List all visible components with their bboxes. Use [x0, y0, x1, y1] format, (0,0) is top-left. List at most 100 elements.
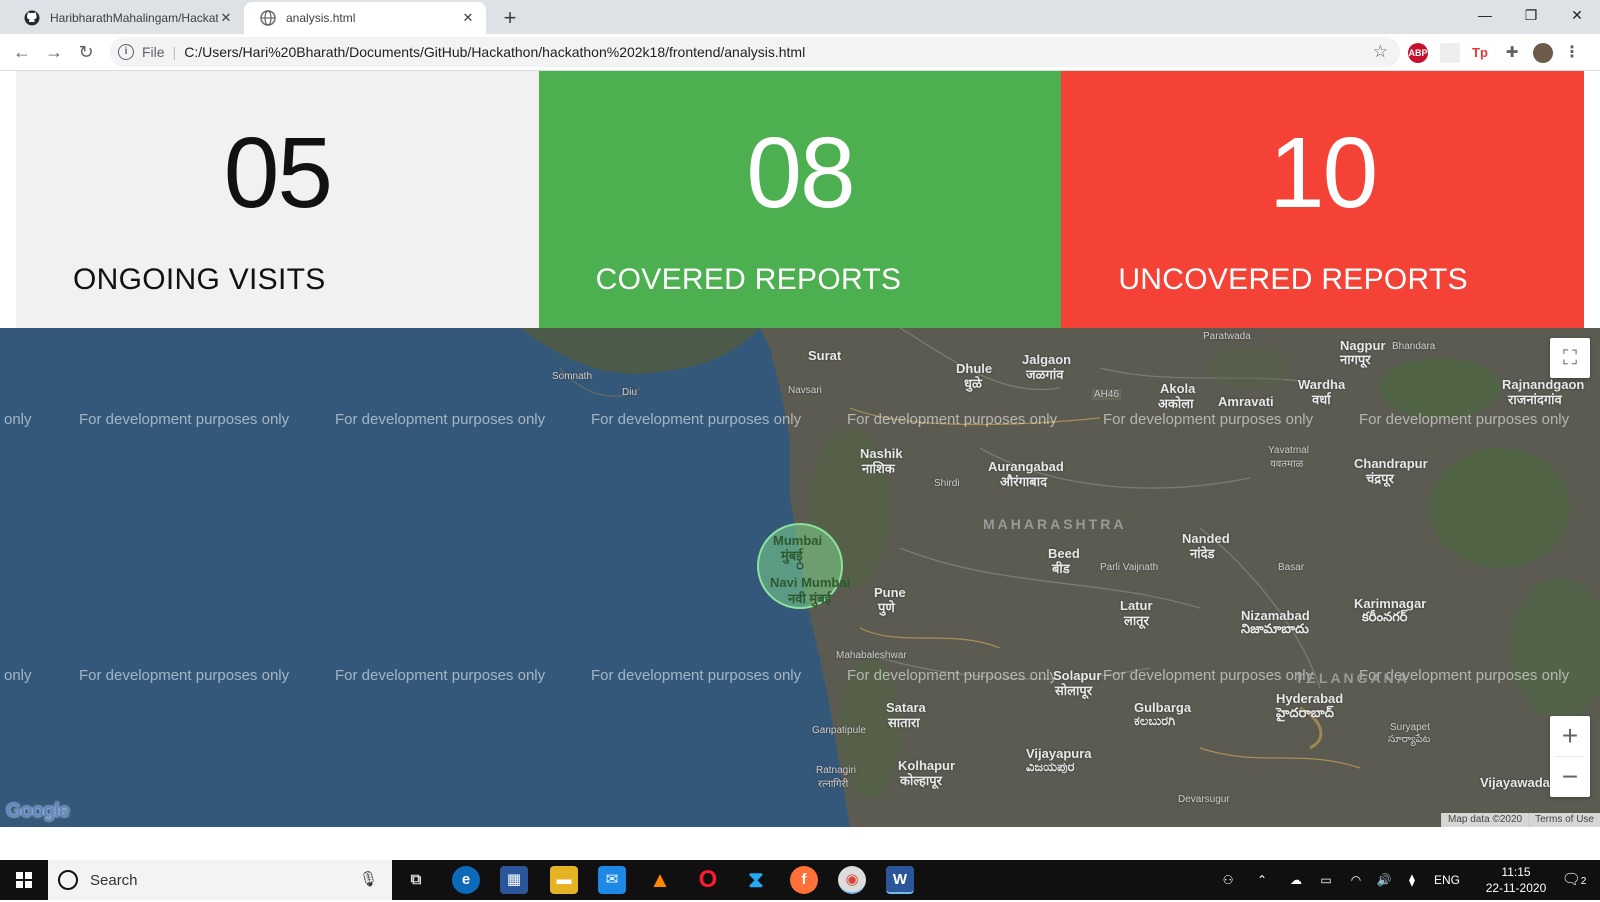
volume-icon[interactable]: 🔊	[1372, 860, 1396, 900]
uncovered-reports-label: UNCOVERED REPORTS	[1118, 263, 1468, 296]
place-label: Shirdi	[934, 478, 960, 489]
action-center-icon[interactable]: 🗨2	[1556, 860, 1592, 900]
dev-watermark: For development purposes only	[591, 411, 802, 428]
battery-icon[interactable]: ▭	[1314, 860, 1338, 900]
dev-watermark: For development purposes only	[1103, 411, 1314, 428]
tp-extension-icon[interactable]: Tp	[1470, 43, 1490, 63]
adblock-extension-icon[interactable]: ABP	[1408, 43, 1428, 63]
show-hidden-icons[interactable]: ⌃	[1250, 860, 1274, 900]
vlc-icon[interactable]: ▲	[646, 866, 674, 894]
dev-watermark: For development purposes only	[591, 667, 802, 684]
opera-icon[interactable]: O	[694, 866, 722, 894]
reload-button[interactable]: ↻	[72, 38, 100, 66]
cortana-icon	[58, 870, 78, 890]
dev-watermark: For development purposes only	[847, 411, 1058, 428]
city-label-local: यवतमाळ	[1270, 459, 1304, 470]
wifi-icon[interactable]: ◠	[1344, 860, 1368, 900]
state-label: MAHARASHTRA	[983, 516, 1127, 532]
covered-reports-count: 08	[746, 117, 855, 229]
search-placeholder: Search	[90, 871, 138, 889]
tab-github[interactable]: HaribharathMahalingam/Hackath ✕	[8, 2, 244, 34]
close-tab-icon[interactable]: ✕	[460, 10, 476, 26]
city-label-local: जळगांव	[1026, 367, 1064, 382]
place-label: Ganpatipule	[812, 725, 866, 736]
tab-title: HaribharathMahalingam/Hackath	[50, 11, 218, 25]
store-icon[interactable]: ▦	[500, 866, 528, 894]
windows-start-icon[interactable]	[0, 860, 48, 900]
dev-watermark: For development purposes only	[1359, 411, 1570, 428]
clock-time: 11:15	[1501, 865, 1531, 879]
state-label: TELANGANA	[1295, 670, 1410, 686]
menu-kebab-icon[interactable]: ⋮	[1562, 43, 1582, 63]
mail-icon[interactable]: ✉	[598, 866, 626, 894]
chrome-icon[interactable]: ◉	[838, 866, 866, 894]
city-label: Suryapet	[1390, 722, 1431, 733]
place-label: Basar	[1278, 562, 1305, 573]
city-label-local: కరీంనగర్	[1362, 609, 1408, 624]
city-label: Hyderabad	[1276, 691, 1344, 706]
dev-watermark: For development purposes only	[335, 411, 546, 428]
city-label-local: ಕಲಬುರಗಿ	[1134, 713, 1176, 728]
place-label: Navsari	[788, 385, 822, 396]
city-label-local: अकोला	[1158, 396, 1194, 411]
info-icon[interactable]: i	[118, 44, 134, 60]
github-icon	[24, 10, 40, 26]
covered-reports-label: COVERED REPORTS	[595, 263, 902, 296]
new-tab-button[interactable]: +	[496, 5, 524, 33]
place-label: Mahabaleshwar	[836, 650, 907, 661]
forward-button[interactable]: →	[40, 38, 68, 66]
windows-taskbar: Search 🎙 ⧉ e ▦ ▬ ✉ ▲ O ⧗ f ◉ W ⚇ ⌃ ☁ ▭ ◠…	[0, 860, 1600, 900]
zoom-out-button[interactable]: −	[1550, 757, 1590, 797]
task-view-icon[interactable]: ⧉	[402, 866, 430, 894]
city-label-local: नाशिक	[862, 461, 895, 476]
vscode-icon[interactable]: ⧗	[742, 866, 770, 894]
back-button[interactable]: ←	[8, 38, 36, 66]
tab-analysis[interactable]: analysis.html ✕	[244, 2, 486, 34]
edge-icon[interactable]: e	[452, 866, 480, 894]
city-label-local: बीड	[1052, 561, 1070, 576]
profile-avatar[interactable]	[1533, 43, 1553, 63]
fullscreen-button[interactable]: ⛶	[1550, 338, 1590, 378]
city-label-local: ವಿಜಯಪುರ	[1026, 759, 1075, 774]
city-label-local: नांदेड	[1190, 546, 1215, 561]
taskbar-search[interactable]: Search 🎙	[48, 860, 392, 900]
place-label: Paratwada	[1203, 331, 1251, 342]
taskbar-clock[interactable]: 11:15 22-11-2020	[1476, 864, 1556, 896]
language-indicator[interactable]: ENG	[1432, 860, 1462, 900]
city-label-local: रत्नागिरी	[818, 779, 849, 790]
place-label: Somnath	[552, 371, 593, 382]
city-label-local: कोल्हापूर	[900, 773, 942, 788]
dev-watermark: For development purposes only	[1103, 667, 1314, 684]
dev-watermark: For development purposes only	[79, 667, 290, 684]
city-label-local: सातारा	[888, 715, 920, 730]
puzzle-icon[interactable]: ✚	[1502, 43, 1522, 63]
firefox-icon[interactable]: f	[790, 866, 818, 894]
microphone-icon[interactable]: 🎙	[359, 870, 378, 888]
city-label: Ratnagiri	[816, 765, 857, 776]
close-window-button[interactable]: ✕	[1554, 0, 1600, 30]
terms-of-use-link[interactable]: Terms of Use	[1528, 813, 1600, 827]
people-icon[interactable]: ⚇	[1216, 860, 1240, 900]
globe-icon	[260, 10, 276, 26]
close-tab-icon[interactable]: ✕	[218, 10, 234, 26]
minimize-button[interactable]: —	[1462, 0, 1508, 30]
restore-button[interactable]: ❐	[1508, 0, 1554, 30]
city-label-local: సూర్యాపేట	[1388, 734, 1431, 745]
zoom-in-button[interactable]: +	[1550, 716, 1590, 756]
ongoing-visits-label: ONGOING VISITS	[73, 263, 326, 296]
google-map[interactable]: only For development purposes only For d…	[0, 328, 1600, 827]
dev-watermark: only	[4, 667, 32, 684]
stats-row: 05 ONGOING VISITS 08 COVERED REPORTS 10 …	[16, 71, 1584, 328]
url-text: C:/Users/Hari%20Bharath/Documents/GitHub…	[184, 44, 806, 60]
address-bar[interactable]: i File | C:/Users/Hari%20Bharath/Documen…	[110, 37, 1400, 67]
onedrive-icon[interactable]: ☁	[1284, 860, 1308, 900]
city-label: Vijayawada	[1480, 775, 1550, 790]
city-label-local: लातूर	[1124, 613, 1149, 628]
dropbox-icon[interactable]: ⧫	[1400, 860, 1424, 900]
city-label-local: चंद्रपूर	[1366, 471, 1394, 486]
bookmark-star-icon[interactable]: ☆	[1373, 42, 1388, 62]
google-logo[interactable]: Google	[6, 800, 70, 823]
file-explorer-icon[interactable]: ▬	[550, 866, 578, 894]
extension-grid-icon[interactable]	[1440, 43, 1460, 63]
word-icon[interactable]: W	[886, 866, 914, 894]
